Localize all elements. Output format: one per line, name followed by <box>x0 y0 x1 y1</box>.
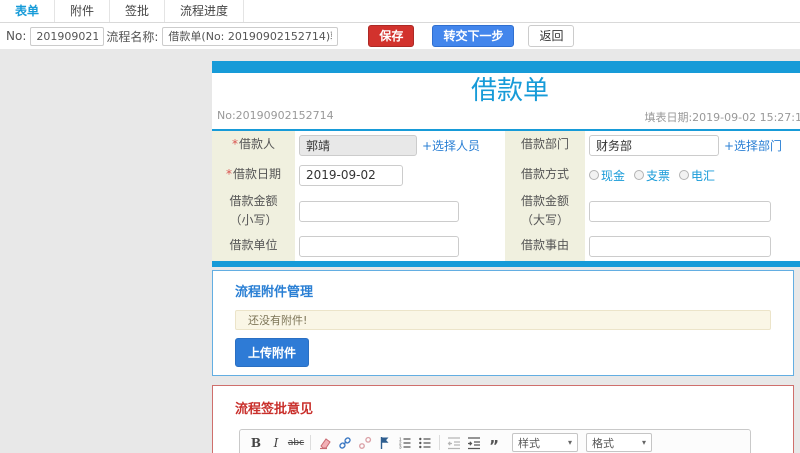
amount-big-label: 借款金额（大写） <box>505 191 585 231</box>
form-grid: *借款人 +选择人员 借款部门 +选择部门 *借款日期 借款方式 <box>212 131 800 261</box>
main-content: 借款单 No:20190902152714 填表日期:2019-09-02 15… <box>0 49 800 453</box>
tab-form[interactable]: 表单 <box>0 0 56 22</box>
page-title: 借款单 <box>470 76 549 106</box>
rich-text-editor: B I abc 123 ” 样式 ▾ 格式 ▾ <box>239 429 751 453</box>
radio-cash[interactable]: 现金 <box>589 167 625 184</box>
unit-field <box>295 231 505 261</box>
flow-name-label: 流程名称: <box>106 29 159 44</box>
form-meta-row: No:20190902152714 填表日期:2019-09-02 15:27:… <box>212 107 800 131</box>
chevron-down-icon: ▾ <box>567 438 572 447</box>
tab-bar: 表单 附件 签批 流程进度 <box>0 0 800 23</box>
amount-small-label: 借款金额（小写） <box>212 191 295 231</box>
tab-attachment[interactable]: 附件 <box>55 0 111 22</box>
method-label: 借款方式 <box>505 159 585 191</box>
approval-section-title: 流程签批意见 <box>235 402 314 417</box>
flow-name-input[interactable] <box>162 26 339 46</box>
indent-icon[interactable] <box>465 434 483 452</box>
department-field: +选择部门 <box>585 131 800 159</box>
chevron-down-icon: ▾ <box>641 438 646 447</box>
select-department-link[interactable]: +选择部门 <box>724 137 782 154</box>
borrower-label: *借款人 <box>212 131 295 159</box>
unit-label: 借款单位 <box>212 231 295 261</box>
reason-input[interactable] <box>589 235 771 257</box>
reason-label: 借款事由 <box>505 231 585 261</box>
borrow-date-field <box>295 159 505 191</box>
amount-big-field <box>585 191 800 231</box>
no-attachment-alert: 还没有附件! <box>235 310 771 330</box>
outdent-icon[interactable] <box>445 434 463 452</box>
unit-input[interactable] <box>299 235 459 257</box>
radio-cheque[interactable]: 支票 <box>634 167 670 184</box>
style-dropdown[interactable]: 样式 ▾ <box>512 433 578 452</box>
required-mark: * <box>225 167 232 182</box>
tab-progress[interactable]: 流程进度 <box>165 0 245 22</box>
upload-attachment-button[interactable]: 上传附件 <box>235 338 310 367</box>
radio-circle-icon <box>679 170 690 180</box>
save-button[interactable]: 保存 <box>368 25 415 47</box>
svg-text:3: 3 <box>399 444 402 449</box>
numbered-list-icon[interactable]: 123 <box>396 434 414 452</box>
tab-approve[interactable]: 签批 <box>110 0 166 22</box>
panel-bottom-bar <box>212 261 800 267</box>
remove-format-icon[interactable] <box>316 434 334 452</box>
approval-section: 流程签批意见 B I abc 123 ” 样式 ▾ 格式 ▾ <box>212 385 794 453</box>
blockquote-icon[interactable]: ” <box>485 434 503 453</box>
link-icon[interactable] <box>336 434 354 452</box>
attachment-section-title: 流程附件管理 <box>235 285 314 300</box>
radio-circle-icon <box>634 170 645 180</box>
borrower-input[interactable] <box>299 134 417 156</box>
select-person-link[interactable]: +选择人员 <box>422 137 480 154</box>
borrower-field: +选择人员 <box>295 131 505 159</box>
no-input[interactable] <box>30 26 105 46</box>
bold-icon[interactable]: B <box>247 434 265 452</box>
borrow-date-input[interactable] <box>299 164 403 186</box>
strikethrough-icon[interactable]: abc <box>287 434 305 452</box>
form-no-text: No:20190902152714 <box>217 109 334 122</box>
toolbar-separator <box>439 435 440 450</box>
forward-next-step-button[interactable]: 转交下一步 <box>432 25 515 47</box>
form-date-text: 填表日期:2019-09-02 15:27:1 <box>644 111 800 124</box>
editor-toolbar: B I abc 123 ” 样式 ▾ 格式 ▾ <box>240 430 750 453</box>
format-dropdown[interactable]: 格式 ▾ <box>586 433 652 452</box>
action-toolbar: No: 流程名称: 保存 转交下一步 返回 <box>0 23 800 49</box>
toolbar-separator <box>310 435 311 450</box>
no-label: No: <box>6 29 27 43</box>
method-field: 现金 支票 电汇 <box>585 159 800 191</box>
amount-big-input[interactable] <box>589 200 771 222</box>
required-mark: * <box>231 137 238 152</box>
amount-small-field <box>295 191 505 231</box>
loan-form-panel: 借款单 No:20190902152714 填表日期:2019-09-02 15… <box>212 61 800 267</box>
radio-wire[interactable]: 电汇 <box>679 167 715 184</box>
attachment-section: 流程附件管理 还没有附件! 上传附件 <box>212 270 794 376</box>
department-input[interactable] <box>589 134 719 156</box>
panel-top-bar <box>212 61 800 73</box>
anchor-flag-icon[interactable] <box>376 434 394 452</box>
italic-icon[interactable]: I <box>267 434 285 452</box>
bulleted-list-icon[interactable] <box>416 434 434 452</box>
unlink-icon[interactable] <box>356 434 374 452</box>
radio-circle-icon <box>589 170 599 180</box>
amount-small-input[interactable] <box>299 200 459 222</box>
reason-field <box>585 231 800 261</box>
back-button[interactable]: 返回 <box>528 25 575 47</box>
borrow-date-label: *借款日期 <box>212 159 295 191</box>
department-label: 借款部门 <box>505 131 585 159</box>
